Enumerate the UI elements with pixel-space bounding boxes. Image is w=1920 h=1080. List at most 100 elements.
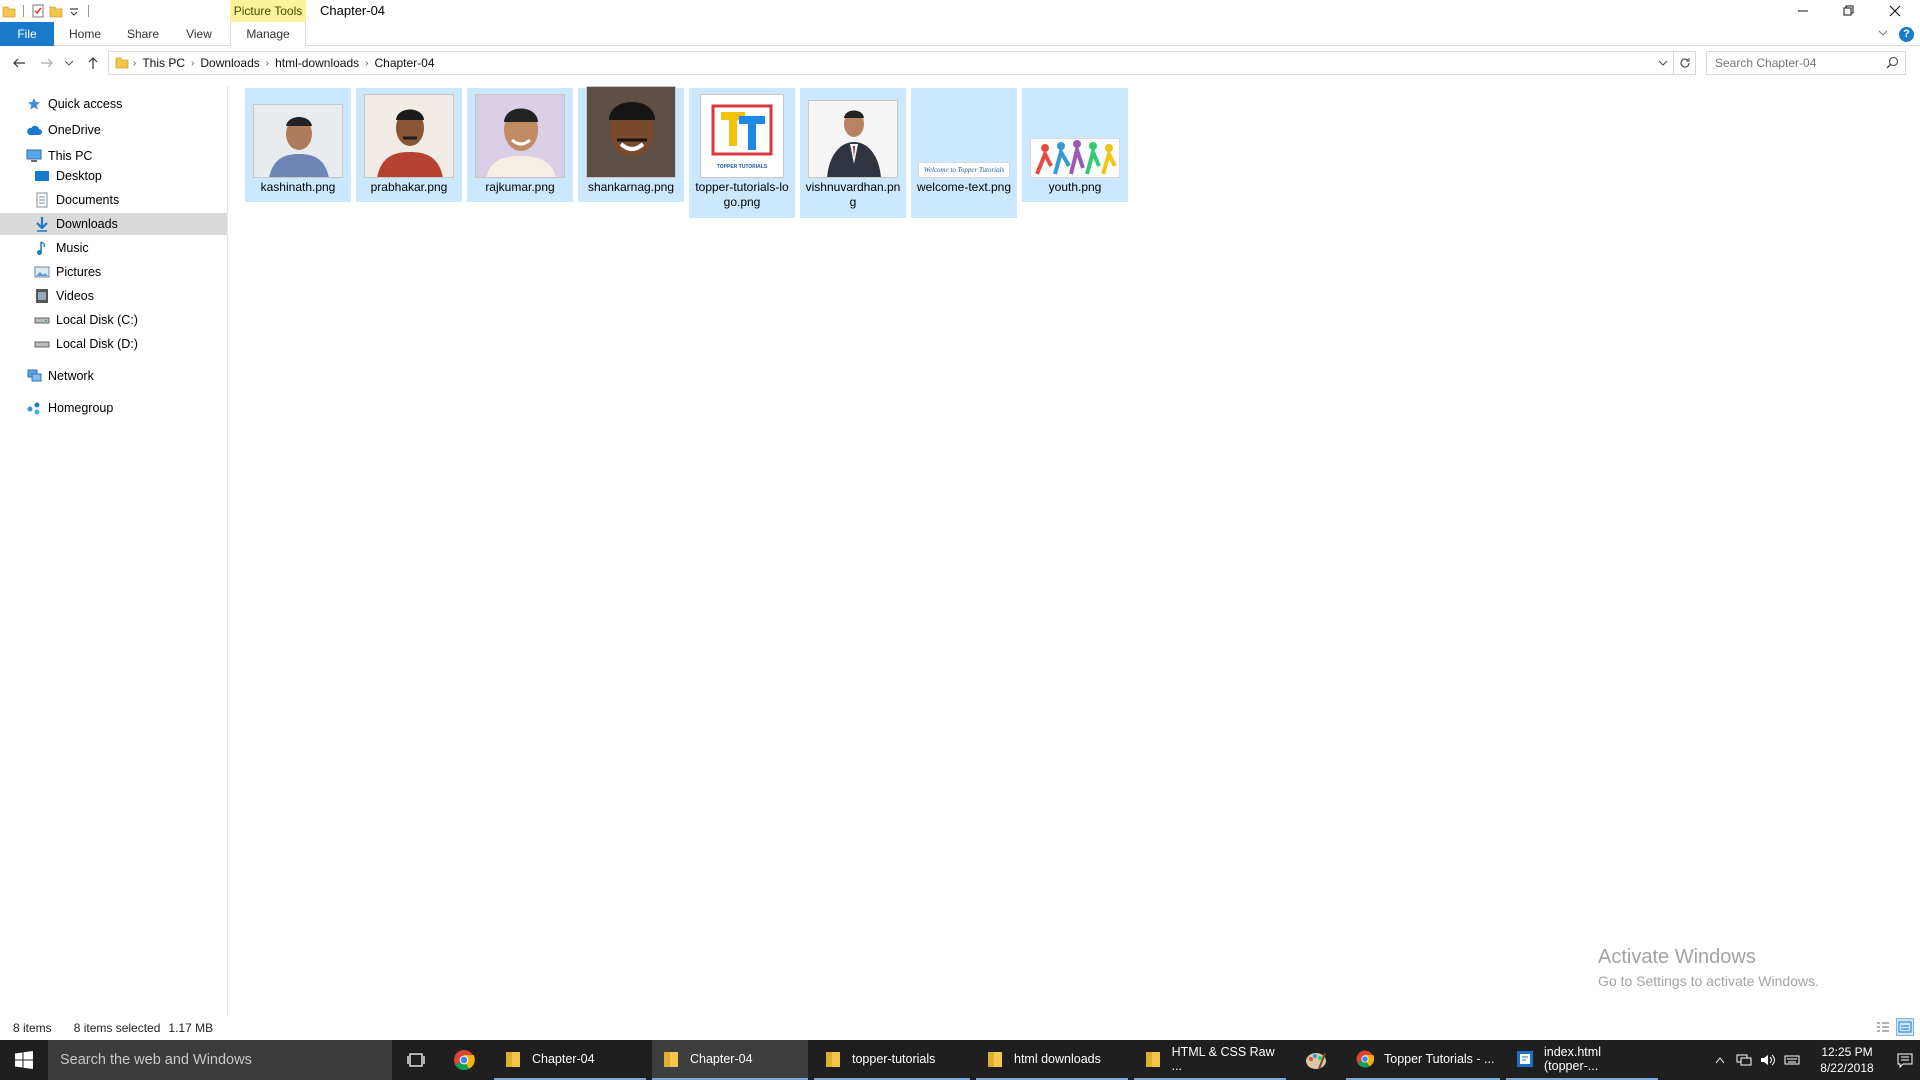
sidebar-item-desktop[interactable]: Desktop — [0, 165, 227, 187]
taskbar-app-html-downloads[interactable]: html downloads — [976, 1040, 1128, 1080]
address-bar[interactable]: › This PC › Downloads › html-downloads ›… — [108, 51, 1674, 75]
sidebar-item-music[interactable]: Music — [0, 237, 227, 259]
file-name: topper-tutorials-logo.png — [695, 180, 789, 209]
sidebar-item-downloads[interactable]: Downloads — [0, 213, 227, 235]
taskbar-app-chapter-04[interactable]: Chapter-04 — [494, 1040, 646, 1080]
file-item[interactable]: rajkumar.png — [467, 88, 573, 202]
download-icon — [34, 216, 50, 232]
taskbar-app-label: html downloads — [1014, 1052, 1101, 1066]
navigation-pane: Quick access OneDrive This PC Desktop Do… — [0, 86, 228, 1016]
tab-manage[interactable]: Manage — [230, 22, 306, 46]
drive-icon — [34, 336, 50, 352]
sidebar-item-quick-access[interactable]: Quick access — [0, 93, 227, 115]
restore-button[interactable] — [1826, 0, 1872, 22]
sidebar-item-label: Local Disk (C:) — [56, 313, 138, 327]
breadcrumb-downloads[interactable]: Downloads — [194, 56, 265, 70]
tab-view[interactable]: View — [174, 22, 224, 46]
file-item[interactable]: TOPPER TUTORIALS topper-tutorials-logo.p… — [689, 88, 795, 218]
new-folder-icon[interactable] — [49, 4, 63, 18]
customize-toolbar-icon[interactable] — [67, 4, 81, 18]
taskbar-search-box[interactable]: Search the web and Windows — [48, 1040, 392, 1080]
sidebar-item-local-disk-d[interactable]: Local Disk (D:) — [0, 333, 227, 355]
breadcrumb-this-pc[interactable]: This PC — [136, 56, 191, 70]
taskbar-app-chrome-topper-tutorials[interactable]: Topper Tutorials - ... — [1346, 1040, 1500, 1080]
folder-icon — [2, 4, 16, 18]
large-icons-view-button[interactable] — [1896, 1018, 1914, 1036]
minimize-icon — [1798, 10, 1808, 12]
selection-size: 1.17 MB — [168, 1021, 214, 1035]
volume-button[interactable] — [1756, 1040, 1780, 1080]
clock[interactable]: 12:25 PM 8/22/2018 — [1804, 1044, 1890, 1076]
documents-icon — [34, 192, 50, 208]
sidebar-item-videos[interactable]: Videos — [0, 285, 227, 307]
sidebar-item-this-pc[interactable]: This PC — [0, 145, 227, 167]
recent-locations-button[interactable] — [62, 52, 76, 74]
sidebar-item-label: Documents — [56, 193, 120, 207]
minimize-button[interactable] — [1780, 0, 1826, 22]
search-box[interactable] — [1706, 51, 1906, 75]
expand-ribbon-icon[interactable] — [1877, 26, 1889, 42]
show-hidden-icons-button[interactable] — [1708, 1040, 1732, 1080]
cloud-icon — [26, 122, 42, 138]
taskbar-app-topper-tutorials[interactable]: topper-tutorials — [814, 1040, 970, 1080]
forward-arrow-icon — [41, 58, 53, 68]
sidebar-item-pictures[interactable]: Pictures — [0, 261, 227, 283]
windows-logo-icon — [15, 1051, 33, 1069]
address-dropdown-button[interactable] — [1653, 51, 1673, 75]
file-item[interactable]: Welcome to Topper Tutorials welcome-text… — [911, 88, 1017, 218]
file-item[interactable]: prabhakar.png — [356, 88, 462, 202]
back-button[interactable] — [8, 52, 30, 74]
tab-share[interactable]: Share — [118, 22, 168, 46]
sidebar-item-homegroup[interactable]: Homegroup — [0, 397, 227, 419]
sidebar-item-local-disk-c[interactable]: Local Disk (C:) — [0, 309, 227, 331]
chrome-icon — [454, 1050, 475, 1071]
details-view-button[interactable] — [1874, 1018, 1892, 1036]
taskbar-app-html-css-raw[interactable]: HTML & CSS Raw ... — [1134, 1040, 1286, 1080]
homegroup-icon — [26, 400, 42, 416]
logo-caption: TOPPER TUTORIALS — [716, 164, 768, 170]
taskbar-app-chapter-04-active[interactable]: Chapter-04 — [652, 1040, 808, 1080]
forward-button[interactable] — [36, 52, 58, 74]
pictures-icon — [34, 264, 50, 280]
taskbar-paint-pinned[interactable] — [1296, 1040, 1336, 1080]
refresh-button[interactable] — [1674, 51, 1696, 75]
portrait-image — [364, 94, 454, 178]
properties-icon[interactable] — [31, 4, 45, 18]
breadcrumb-html-downloads[interactable]: html-downloads — [269, 56, 365, 70]
up-button[interactable] — [82, 52, 104, 74]
breadcrumb-chapter-04[interactable]: Chapter-04 — [368, 56, 440, 70]
sidebar-item-onedrive[interactable]: OneDrive — [0, 119, 227, 141]
start-button[interactable] — [0, 1040, 48, 1080]
file-item[interactable]: youth.png — [1022, 88, 1128, 202]
tab-home[interactable]: Home — [60, 22, 110, 46]
file-item[interactable]: vishnuvardhan.png — [800, 88, 906, 218]
file-item[interactable]: kashinath.png — [245, 88, 351, 202]
action-center-button[interactable] — [1890, 1040, 1920, 1080]
topper-tutorials-logo-icon — [711, 104, 773, 156]
input-indicator-button[interactable] — [1780, 1040, 1804, 1080]
search-icon[interactable] — [1886, 56, 1899, 72]
taskbar-app-label: Topper Tutorials - ... — [1384, 1052, 1495, 1066]
thumbnail: TOPPER TUTORIALS — [696, 94, 788, 178]
welcome-text: Welcome to Topper Tutorials — [923, 166, 1005, 174]
portrait-image — [253, 104, 343, 178]
restore-icon — [1843, 5, 1854, 16]
help-button[interactable]: ? — [1899, 26, 1914, 42]
system-tray: 12:25 PM 8/22/2018 — [1708, 1040, 1920, 1080]
taskbar-chrome-pinned[interactable] — [444, 1040, 484, 1080]
taskbar-app-index-html[interactable]: index.html (topper-... — [1506, 1040, 1658, 1080]
sidebar-item-documents[interactable]: Documents — [0, 189, 227, 211]
sidebar-item-label: Local Disk (D:) — [56, 337, 138, 351]
search-input[interactable] — [1715, 56, 1875, 70]
tab-file[interactable]: File — [0, 22, 54, 46]
text-image: Welcome to Topper Tutorials — [918, 162, 1010, 178]
file-item[interactable]: shankarnag.png — [578, 86, 684, 202]
network-tray-button[interactable] — [1732, 1040, 1756, 1080]
folder-icon — [824, 1050, 842, 1068]
close-button[interactable] — [1872, 0, 1918, 22]
task-view-button[interactable] — [392, 1040, 440, 1080]
sidebar-item-network[interactable]: Network — [0, 365, 227, 387]
clock-date: 8/22/2018 — [1820, 1061, 1874, 1075]
thumbnail: Welcome to Topper Tutorials — [918, 94, 1010, 178]
file-explorer-window: Picture Tools Chapter-04 File Home Share… — [0, 0, 1920, 1040]
